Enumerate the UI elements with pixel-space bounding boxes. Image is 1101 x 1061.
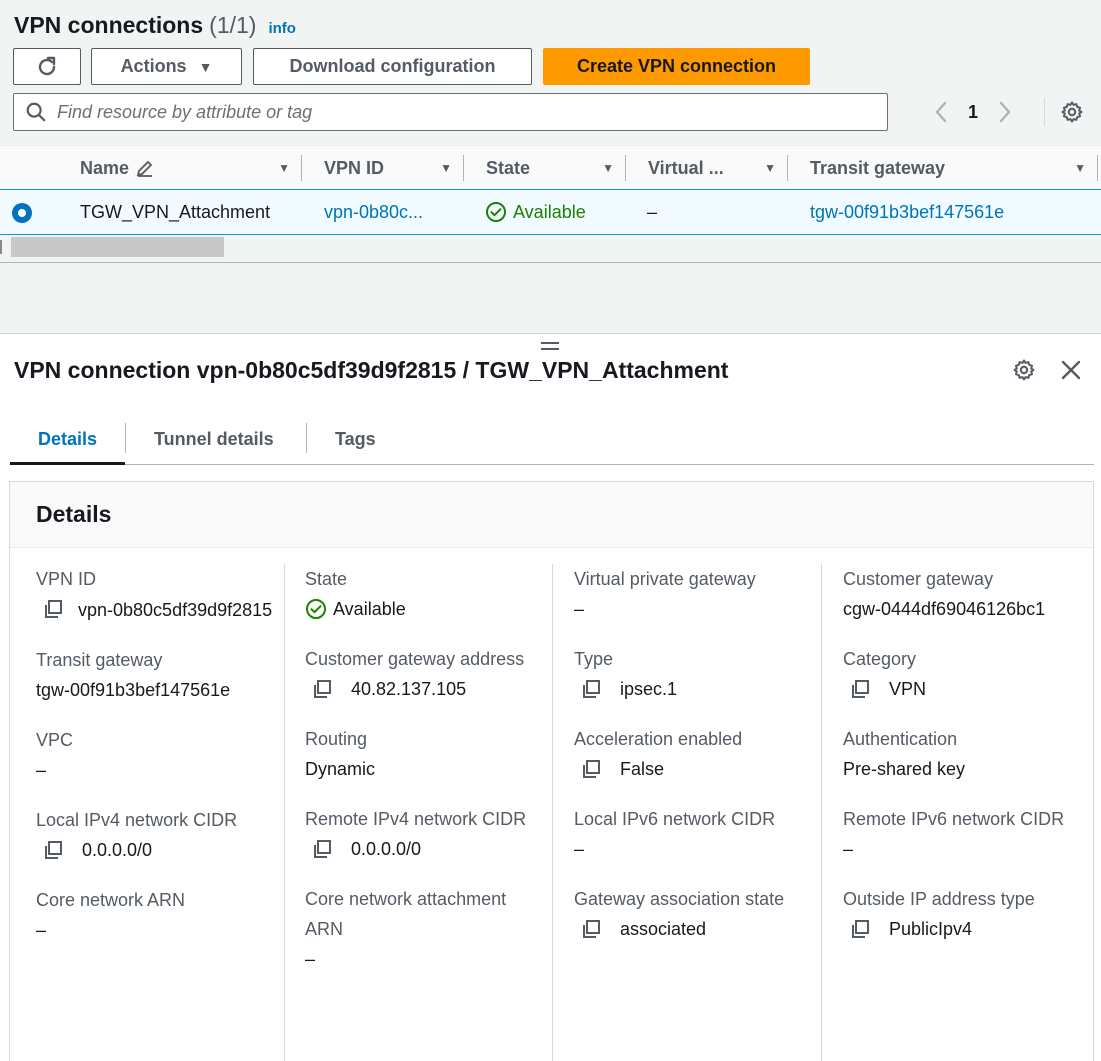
details-card: Details VPN ID vpn-0b80c5df39d9f2815 Tra… xyxy=(9,481,1094,1061)
field-routing: Routing Dynamic xyxy=(305,729,376,779)
vpn-list-panel: VPN connections (1/1) info Actions ▼ Dow… xyxy=(0,0,1101,262)
details-column-4: Customer gateway cgw-0444df69046126bc1 C… xyxy=(843,564,1083,964)
row-vpn-id-link[interactable]: vpn-0b80c... xyxy=(324,190,423,234)
create-vpn-connection-button[interactable]: Create VPN connection xyxy=(543,48,810,85)
selection-count: (1/1) xyxy=(209,12,257,38)
sort-icon[interactable]: ▼ xyxy=(440,161,452,175)
field-customer-gateway-address: Customer gateway address 40.82.137.105 xyxy=(305,649,525,700)
field-outside-ip-address-type: Outside IP address type PublicIpv4 xyxy=(843,889,1035,940)
table-header: Name ▼ VPN ID ▼ State ▼ Virtual ... ▼ Tr… xyxy=(0,145,1101,189)
info-link[interactable]: info xyxy=(268,20,296,37)
sort-icon[interactable]: ▼ xyxy=(1074,161,1086,175)
gear-icon[interactable] xyxy=(1060,100,1084,124)
field-gateway-association-state: Gateway association state associated xyxy=(574,889,785,940)
download-label: Download configuration xyxy=(289,56,496,76)
field-virtual-private-gateway: Virtual private gateway – xyxy=(574,569,756,619)
column-header-state[interactable]: State ▼ xyxy=(464,146,626,190)
details-column-2: State Available Customer gateway address… xyxy=(305,564,545,994)
copy-icon[interactable] xyxy=(311,678,333,700)
chevron-right-icon xyxy=(999,101,1011,123)
vpn-id-value: vpn-0b80c5df39d9f2815 xyxy=(78,600,273,620)
tab-tags[interactable]: Tags xyxy=(335,414,376,464)
sort-icon[interactable]: ▼ xyxy=(602,161,614,175)
actions-button[interactable]: Actions ▼ xyxy=(91,48,242,85)
pagination: 1 xyxy=(928,96,1018,128)
column-header-vpn-id[interactable]: VPN ID ▼ xyxy=(302,146,464,190)
row-radio-button[interactable] xyxy=(12,203,32,223)
details-column-1: VPN ID vpn-0b80c5df39d9f2815 Transit gat… xyxy=(36,564,276,965)
previous-page-button[interactable] xyxy=(928,96,954,128)
search-box[interactable] xyxy=(13,93,888,131)
copy-icon[interactable] xyxy=(42,839,64,861)
table-row[interactable]: TGW_VPN_Attachment vpn-0b80c... Availabl… xyxy=(0,189,1101,235)
column-header-transit-gateway[interactable]: Transit gateway ▼ xyxy=(788,146,1098,190)
check-circle-icon xyxy=(486,202,506,222)
sort-icon[interactable]: ▼ xyxy=(764,161,776,175)
refresh-icon xyxy=(38,56,56,75)
row-transit-gateway-link[interactable]: tgw-00f91b3bef147561e xyxy=(810,190,1004,234)
field-state: State Available xyxy=(305,569,406,619)
field-local-ipv4-cidr: Local IPv4 network CIDR 0.0.0.0/0 xyxy=(36,810,238,861)
detail-tabs: Details Tunnel details Tags xyxy=(10,414,1094,465)
field-remote-ipv6-cidr: Remote IPv6 network CIDR – xyxy=(843,809,1065,859)
check-circle-icon xyxy=(306,599,326,619)
copy-icon[interactable] xyxy=(580,678,602,700)
field-vpn-id: VPN ID vpn-0b80c5df39d9f2815 xyxy=(36,569,273,620)
copy-icon[interactable] xyxy=(580,918,602,940)
page-title: VPN connections xyxy=(14,12,204,38)
download-configuration-button[interactable]: Download configuration xyxy=(253,48,532,85)
field-category: Category VPN xyxy=(843,649,927,700)
field-local-ipv6-cidr: Local IPv6 network CIDR – xyxy=(574,809,776,859)
row-state: Available xyxy=(485,190,586,234)
actions-label: Actions xyxy=(120,56,187,76)
search-icon xyxy=(26,102,46,122)
next-page-button[interactable] xyxy=(992,96,1018,128)
split-panel-divider xyxy=(0,262,1101,334)
customer-gateway-link[interactable]: cgw-0444df69046126bc1 xyxy=(843,594,1083,624)
edit-icon xyxy=(136,160,153,177)
field-acceleration-enabled: Acceleration enabled False xyxy=(574,729,743,780)
copy-icon[interactable] xyxy=(311,838,333,860)
copy-icon[interactable] xyxy=(580,758,602,780)
row-virtual: – xyxy=(647,201,658,222)
tab-details[interactable]: Details xyxy=(10,414,125,465)
details-section-title: Details xyxy=(10,482,1093,548)
field-authentication: Authentication Pre-shared key xyxy=(843,729,966,779)
field-transit-gateway: Transit gateway tgw-00f91b3bef147561e xyxy=(36,645,276,705)
close-icon[interactable] xyxy=(1059,358,1083,382)
gear-icon[interactable] xyxy=(1012,358,1036,382)
current-page[interactable]: 1 xyxy=(968,102,978,123)
copy-icon[interactable] xyxy=(849,918,871,940)
chevron-left-icon xyxy=(935,101,947,123)
list-header: VPN connections (1/1) info xyxy=(14,12,296,39)
field-type: Type ipsec.1 xyxy=(574,649,678,700)
search-input[interactable] xyxy=(57,101,837,123)
scrollbar-arrow[interactable] xyxy=(0,240,2,254)
pager-divider xyxy=(1044,98,1045,126)
field-core-network-arn: Core network ARN – xyxy=(36,890,186,940)
row-name: TGW_VPN_Attachment xyxy=(80,201,271,222)
transit-gateway-link[interactable]: tgw-00f91b3bef147561e xyxy=(36,675,276,705)
copy-icon[interactable] xyxy=(849,678,871,700)
field-remote-ipv4-cidr: Remote IPv4 network CIDR 0.0.0.0/0 xyxy=(305,809,527,860)
column-header-name[interactable]: Name ▼ xyxy=(58,146,302,190)
tab-tunnel-details[interactable]: Tunnel details xyxy=(154,414,274,464)
field-customer-gateway: Customer gateway cgw-0444df69046126bc1 xyxy=(843,564,1083,624)
details-column-3: Virtual private gateway – Type ipsec.1 A… xyxy=(574,564,814,964)
copy-icon[interactable] xyxy=(42,598,64,620)
refresh-button[interactable] xyxy=(13,48,81,85)
create-label: Create VPN connection xyxy=(576,56,777,76)
caret-down-icon: ▼ xyxy=(198,58,213,75)
detail-title: VPN connection vpn-0b80c5df39d9f2815 / T… xyxy=(14,357,729,383)
field-core-network-attachment-arn: Core network attachment ARN – xyxy=(305,889,507,969)
sort-icon[interactable]: ▼ xyxy=(278,161,290,175)
column-header-virtual[interactable]: Virtual ... ▼ xyxy=(626,146,788,190)
horizontal-scrollbar[interactable] xyxy=(11,237,224,257)
drag-handle-icon[interactable] xyxy=(541,342,559,352)
field-vpc: VPC – xyxy=(36,730,74,780)
